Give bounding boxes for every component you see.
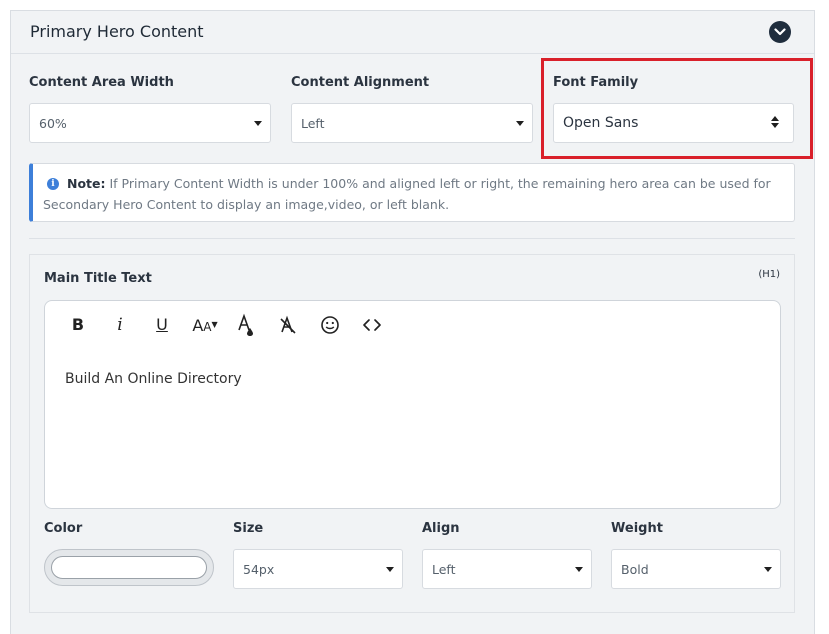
text-color-icon[interactable]: [231, 313, 261, 337]
content-alignment-select[interactable]: Left: [291, 103, 533, 143]
rich-text-editor[interactable]: B i U AA▼ Build An Online Directory: [44, 300, 781, 509]
divider: [29, 238, 795, 239]
caret-down-icon: [575, 567, 583, 572]
clear-format-icon[interactable]: [273, 313, 303, 337]
content-width-label: Content Area Width: [29, 75, 174, 90]
weight-select[interactable]: Bold: [611, 549, 781, 589]
underline-icon[interactable]: U: [147, 313, 177, 337]
editor-content[interactable]: Build An Online Directory: [65, 371, 242, 387]
color-swatch[interactable]: [51, 556, 207, 579]
info-icon: i: [47, 178, 59, 190]
heading-tag: (H1): [758, 269, 780, 280]
content-alignment-value: Left: [301, 116, 325, 131]
content-width-value: 60%: [39, 116, 67, 131]
content-alignment-label: Content Alignment: [291, 75, 430, 90]
panel-title: Primary Hero Content: [30, 22, 204, 41]
chevron-down-icon[interactable]: [769, 21, 791, 43]
caret-down-icon: [386, 567, 394, 572]
size-value: 54px: [243, 562, 275, 577]
note-label: Note:: [67, 176, 106, 191]
weight-label: Weight: [611, 521, 663, 536]
color-label: Color: [44, 521, 83, 536]
align-value: Left: [432, 562, 456, 577]
size-select[interactable]: 54px: [233, 549, 403, 589]
note-body: If Primary Content Width is under 100% a…: [43, 176, 771, 212]
note-callout: Note: If Primary Content Width is under …: [29, 163, 795, 222]
caret-down-icon: [764, 567, 772, 572]
emoji-icon[interactable]: [315, 313, 345, 337]
weight-value: Bold: [621, 562, 649, 577]
size-label: Size: [233, 521, 264, 536]
main-title-label: Main Title Text: [44, 271, 152, 286]
note-text: Note: If Primary Content Width is under …: [43, 173, 791, 215]
main-title-panel: Main Title Text (H1) B i U AA▼ Build An …: [29, 254, 795, 613]
italic-icon[interactable]: i: [105, 313, 135, 337]
color-picker[interactable]: [44, 549, 214, 586]
bold-icon[interactable]: B: [63, 313, 93, 337]
font-size-icon[interactable]: AA▼: [188, 313, 222, 337]
font-family-highlight: [541, 58, 813, 159]
caret-down-icon: [516, 121, 524, 126]
align-select[interactable]: Left: [422, 549, 592, 589]
align-label: Align: [422, 521, 460, 536]
caret-down-icon: [254, 121, 262, 126]
panel-header[interactable]: Primary Hero Content: [11, 11, 814, 54]
content-width-select[interactable]: 60%: [29, 103, 271, 143]
code-view-icon[interactable]: [357, 313, 387, 337]
